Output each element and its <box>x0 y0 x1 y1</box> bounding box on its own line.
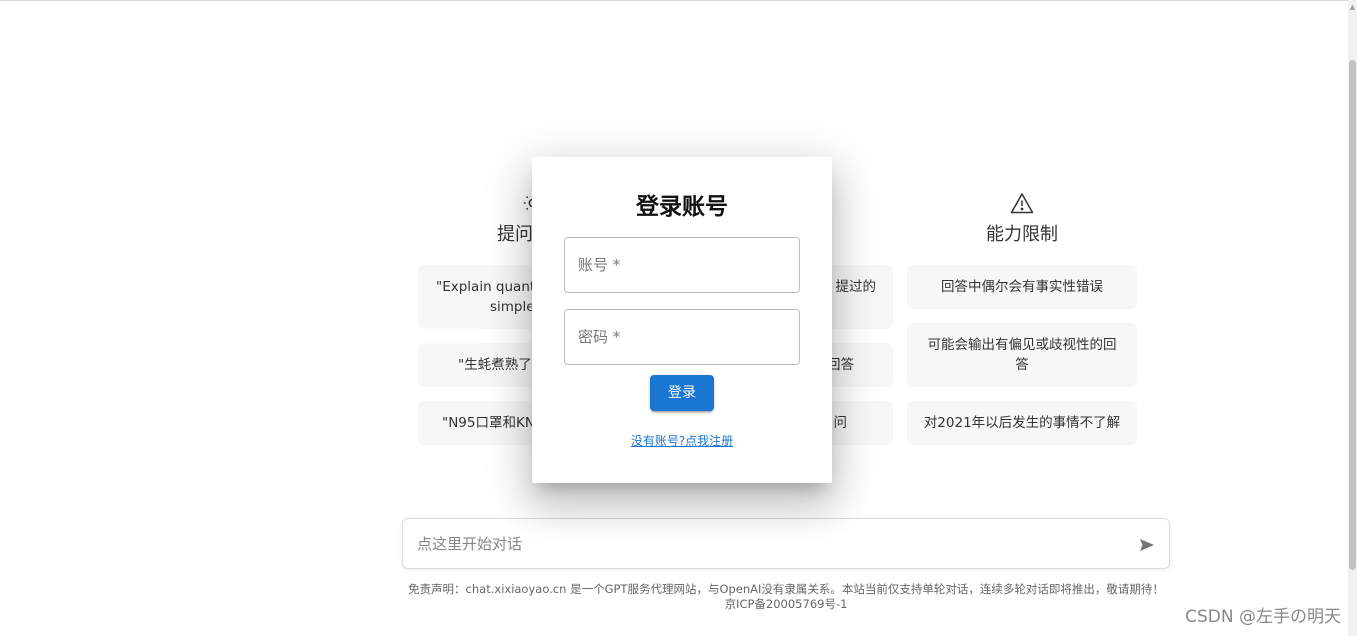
limitations-column: 能力限制 <box>907 178 1137 248</box>
top-border <box>0 0 1357 1</box>
example-card-text: "Explain quantu <box>436 279 544 295</box>
limitation-card-text: 对2021年以后发生的事情不了解 <box>923 415 1121 431</box>
capability-card-text: 问 <box>833 415 848 431</box>
chat-input-box[interactable] <box>402 518 1170 569</box>
login-title: 登录账号 <box>636 194 728 220</box>
scroll-up-icon[interactable]: ▲ <box>1349 2 1356 12</box>
account-field[interactable] <box>564 237 800 293</box>
register-link[interactable]: 没有账号?点我注册 <box>532 433 832 449</box>
warning-icon <box>907 178 1137 214</box>
login-dialog: 登录账号 登录 没有账号?点我注册 <box>532 157 832 483</box>
password-input[interactable] <box>578 324 788 350</box>
example-card-text-2: simple <box>490 299 535 315</box>
account-input[interactable] <box>578 252 788 278</box>
login-button[interactable]: 登录 <box>650 375 714 411</box>
limitation-card: 可能会输出有偏见或歧视性的回答 <box>907 323 1137 387</box>
disclaimer-text: 免责声明：chat.xixiaoyao.cn 是一个GPT服务代理网站，与Ope… <box>408 582 1164 596</box>
disclaimer: 免责声明：chat.xixiaoyao.cn 是一个GPT服务代理网站，与Ope… <box>402 582 1170 612</box>
scrollbar-thumb[interactable] <box>1349 60 1356 570</box>
limitations-title: 能力限制 <box>986 224 1058 245</box>
limitation-card-text: 可能会输出有偏见或歧视性的回答 <box>927 337 1117 373</box>
icp-text: 京ICP备20005769号-1 <box>724 597 848 611</box>
limitation-card: 对2021年以后发生的事情不了解 <box>907 401 1137 445</box>
capability-card-text: 提过的 <box>835 279 877 295</box>
limitation-card: 回答中偶尔会有事实性错误 <box>907 265 1137 309</box>
example-card-text: "生蚝煮熟了 <box>458 357 532 373</box>
example-card-text: "N95口罩和KN <box>442 415 535 431</box>
watermark: CSDN @左手の明天 <box>1185 607 1341 627</box>
password-field[interactable] <box>564 309 800 365</box>
send-icon[interactable] <box>1139 537 1155 553</box>
chat-input[interactable] <box>417 531 1117 557</box>
limitation-card-text: 回答中偶尔会有事实性错误 <box>941 279 1103 295</box>
